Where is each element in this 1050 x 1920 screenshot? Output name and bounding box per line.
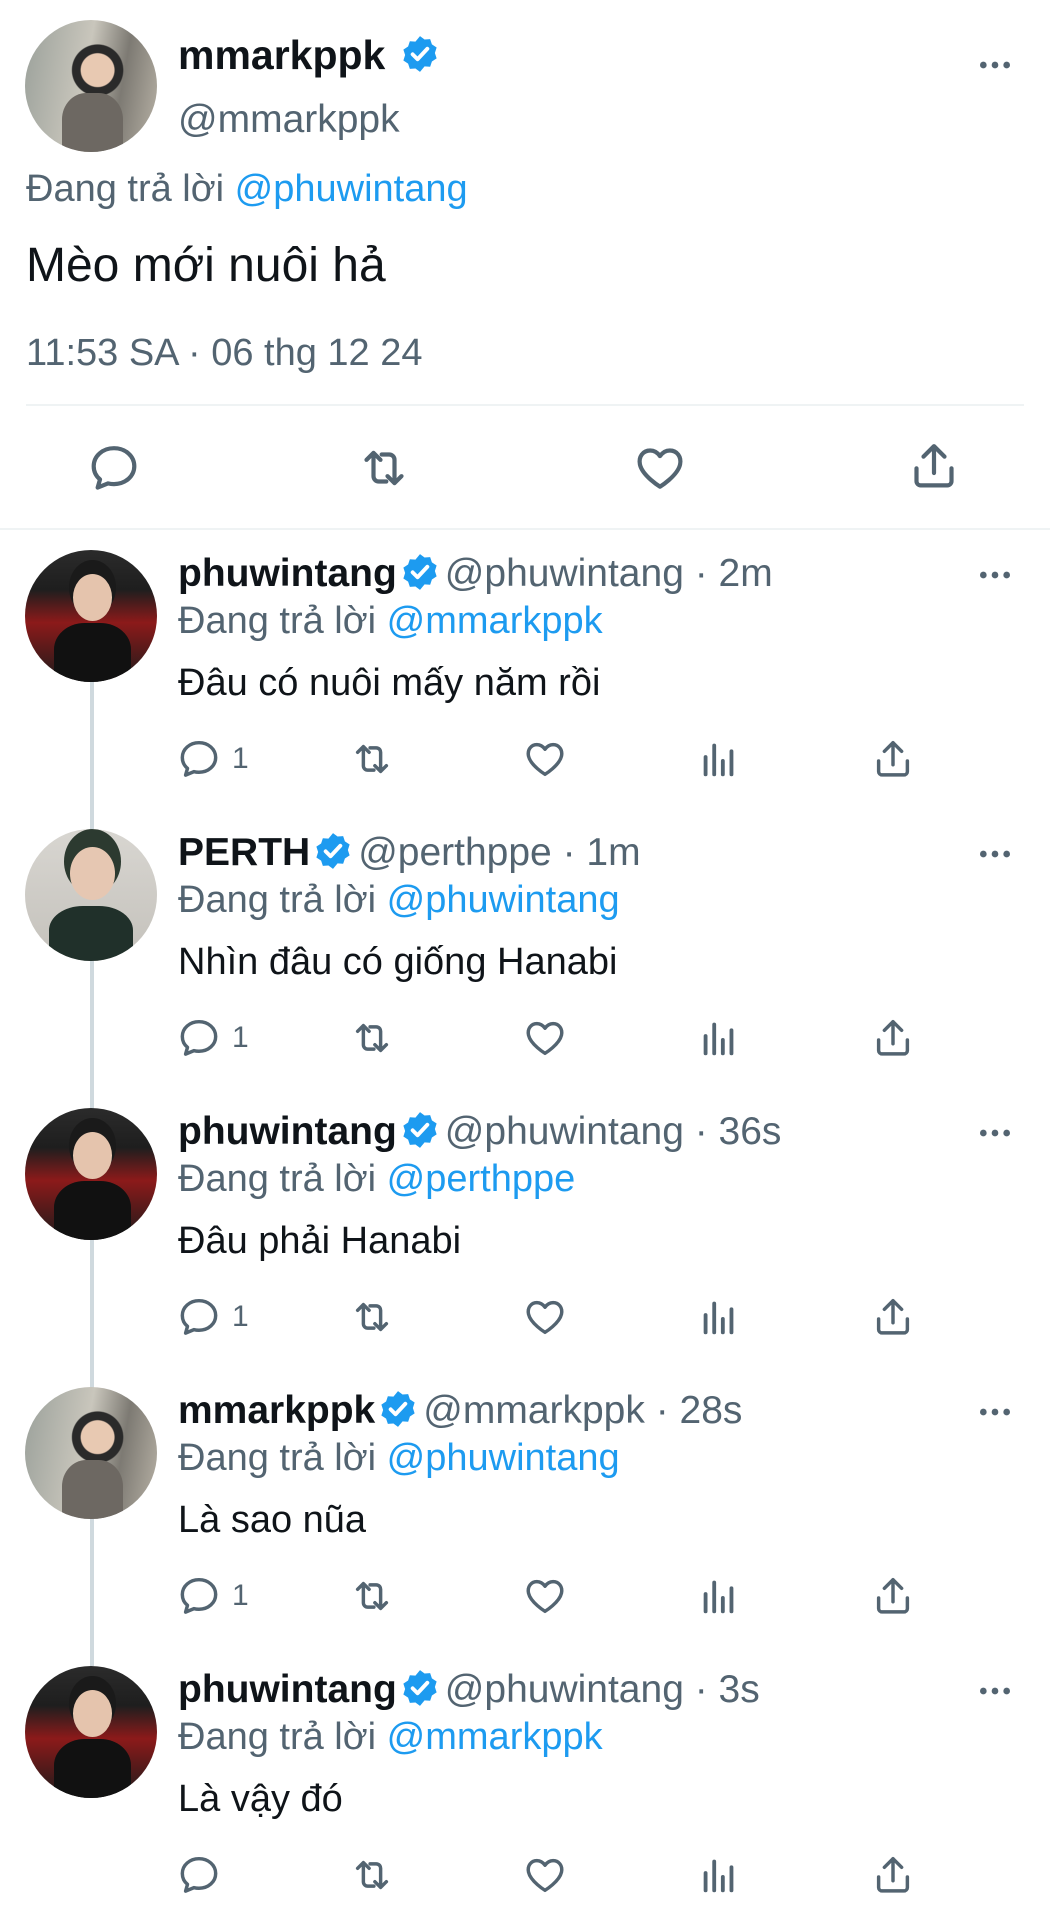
views-icon[interactable] xyxy=(696,1015,742,1061)
tweet-text: Đâu phải Hanabi xyxy=(178,1220,462,1262)
reply-icon[interactable] xyxy=(86,440,142,496)
reply-header: mmarkppk @mmarkppk · 28s xyxy=(178,1389,742,1433)
reply-context: Đang trả lời @phuwintang xyxy=(26,168,468,211)
views-icon[interactable] xyxy=(696,1852,742,1898)
timestamp[interactable]: 11:53 SA · 06 thg 12 24 xyxy=(26,332,423,375)
reply-to-link[interactable]: @mmarkppk xyxy=(387,1716,603,1758)
more-icon[interactable] xyxy=(975,555,1015,595)
reply-prefix: Đang trả lời xyxy=(178,1158,387,1200)
reply-icon[interactable] xyxy=(176,1015,222,1061)
retweet-icon[interactable] xyxy=(349,736,395,782)
retweet-icon[interactable] xyxy=(349,1294,395,1340)
reply-count: 1 xyxy=(232,1021,249,1054)
reply-context: Đang trả lời @phuwintang xyxy=(178,879,620,922)
reply-icon[interactable] xyxy=(176,736,222,782)
avatar[interactable] xyxy=(25,1387,157,1519)
reply-context: Đang trả lời @perthppe xyxy=(178,1158,575,1201)
reply-to-link[interactable]: @phuwintang xyxy=(235,168,468,210)
display-name[interactable]: phuwintang xyxy=(178,552,397,595)
heart-icon[interactable] xyxy=(522,1015,568,1061)
reply-to-link[interactable]: @mmarkppk xyxy=(387,600,603,642)
reply-context: Đang trả lời @mmarkppk xyxy=(178,600,603,643)
retweet-icon[interactable] xyxy=(349,1015,395,1061)
share-icon[interactable] xyxy=(870,1015,916,1061)
verified-badge-icon xyxy=(377,1388,419,1430)
more-icon[interactable] xyxy=(975,1671,1015,1711)
handle-and-time[interactable]: @perthppe · 1m xyxy=(358,831,640,874)
share-icon[interactable] xyxy=(906,438,962,494)
handle-and-time[interactable]: @phuwintang · 36s xyxy=(445,1110,782,1153)
reply-icon[interactable] xyxy=(176,1294,222,1340)
verified-badge-icon xyxy=(399,1667,441,1709)
display-name[interactable]: phuwintang xyxy=(178,1110,397,1153)
reply-header: phuwintang @phuwintang · 36s xyxy=(178,1110,781,1154)
heart-icon[interactable] xyxy=(522,1294,568,1340)
avatar[interactable] xyxy=(25,20,157,152)
divider xyxy=(26,404,1024,406)
heart-icon[interactable] xyxy=(522,1573,568,1619)
more-icon[interactable] xyxy=(975,1392,1015,1432)
retweet-icon[interactable] xyxy=(356,440,412,496)
verified-badge-icon xyxy=(399,551,441,593)
reply-prefix: Đang trả lời xyxy=(178,1437,387,1479)
share-icon[interactable] xyxy=(870,1294,916,1340)
views-icon[interactable] xyxy=(696,736,742,782)
avatar[interactable] xyxy=(25,1666,157,1798)
retweet-icon[interactable] xyxy=(349,1852,395,1898)
views-icon[interactable] xyxy=(696,1573,742,1619)
reply-to-link[interactable]: @phuwintang xyxy=(387,1437,620,1479)
avatar[interactable] xyxy=(25,829,157,961)
reply-header: phuwintang @phuwintang · 2m xyxy=(178,552,773,596)
divider xyxy=(0,528,1050,530)
handle-and-time[interactable]: @mmarkppk · 28s xyxy=(423,1389,742,1432)
heart-icon[interactable] xyxy=(522,736,568,782)
display-name[interactable]: PERTH xyxy=(178,831,310,874)
reply-icon[interactable] xyxy=(176,1573,222,1619)
reply-count: 1 xyxy=(232,1579,249,1612)
handle-and-time[interactable]: @phuwintang · 2m xyxy=(445,552,773,595)
heart-icon[interactable] xyxy=(632,440,688,496)
reply-context: Đang trả lời @phuwintang xyxy=(178,1437,620,1480)
reply-prefix: Đang trả lời xyxy=(178,879,387,921)
reply-prefix: Đang trả lời xyxy=(178,1716,387,1758)
retweet-icon[interactable] xyxy=(349,1573,395,1619)
views-icon[interactable] xyxy=(696,1294,742,1340)
reply-context: Đang trả lời @mmarkppk xyxy=(178,1716,603,1759)
reply-to-link[interactable]: @phuwintang xyxy=(387,879,620,921)
more-icon[interactable] xyxy=(975,45,1015,85)
display-name[interactable]: mmarkppk xyxy=(178,1389,375,1432)
verified-badge-icon xyxy=(312,830,354,872)
reply-count: 1 xyxy=(232,742,249,775)
heart-icon[interactable] xyxy=(522,1852,568,1898)
reply-icon[interactable] xyxy=(176,1852,222,1898)
display-name[interactable]: phuwintang xyxy=(178,1668,397,1711)
tweet-text: Đâu có nuôi mấy năm rồi xyxy=(178,662,601,704)
share-icon[interactable] xyxy=(870,736,916,782)
reply-count: 1 xyxy=(232,1300,249,1333)
tweet-text: Là vậy đó xyxy=(178,1778,343,1820)
reply-header: phuwintang @phuwintang · 3s xyxy=(178,1668,760,1712)
handle-and-time[interactable]: @phuwintang · 3s xyxy=(445,1668,760,1711)
tweet-text: Mèo mới nuôi hả xyxy=(26,239,386,292)
share-icon[interactable] xyxy=(870,1852,916,1898)
more-icon[interactable] xyxy=(975,834,1015,874)
reply-prefix: Đang trả lời xyxy=(178,600,387,642)
share-icon[interactable] xyxy=(870,1573,916,1619)
verified-badge-icon xyxy=(399,1109,441,1151)
tweet-text: Nhìn đâu có giống Hanabi xyxy=(178,941,618,983)
avatar[interactable] xyxy=(25,550,157,682)
handle[interactable]: @mmarkppk xyxy=(178,98,400,142)
more-icon[interactable] xyxy=(975,1113,1015,1153)
reply-to-link[interactable]: @perthppe xyxy=(387,1158,576,1200)
verified-badge-icon xyxy=(399,33,441,75)
reply-header: PERTH @perthppe · 1m xyxy=(178,831,641,875)
reply-prefix: Đang trả lời xyxy=(26,168,225,210)
tweet-text: Là sao nũa xyxy=(178,1499,367,1541)
avatar[interactable] xyxy=(25,1108,157,1240)
display-name[interactable]: mmarkppk xyxy=(178,32,385,78)
